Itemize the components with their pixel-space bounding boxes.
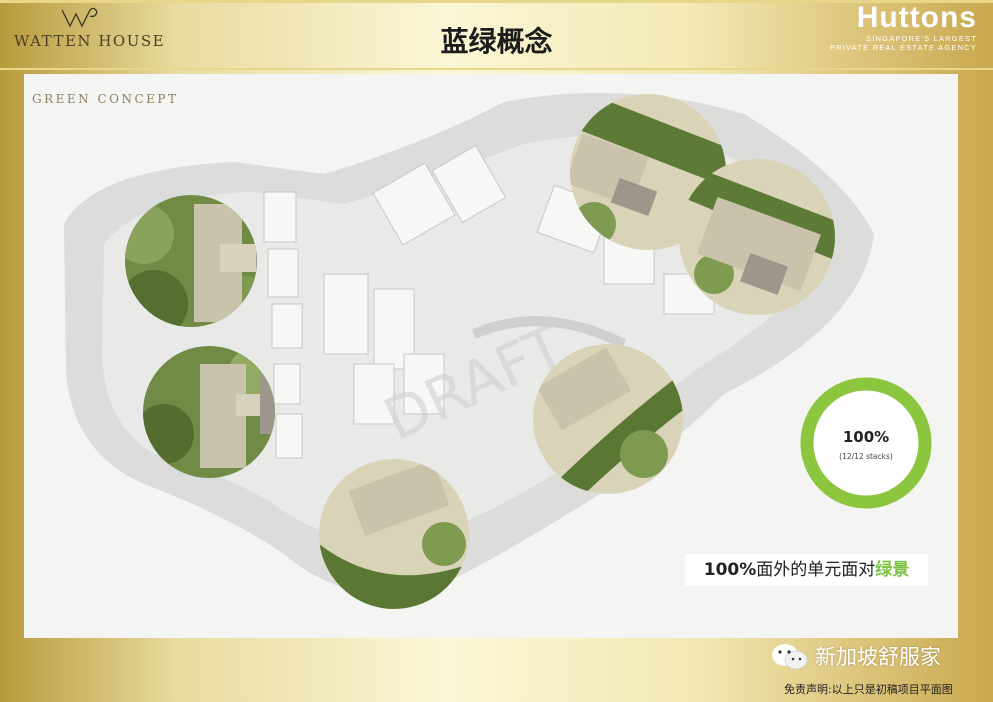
green-view-callout: 100%面外的单元面对绿景 [685,554,928,586]
wechat-icon [772,644,808,670]
brand-name: Huttons [856,1,977,34]
callout-text: 面外的单元面对 [756,560,876,580]
callout-green-text: 绿景 [875,560,910,580]
header-rule [0,68,993,70]
wechat-account-name: 新加坡舒服家 [815,645,941,669]
brand-tagline-2: PRIVATE REAL ESTATE AGENCY [829,43,977,52]
ring-percent: 100% [842,428,890,446]
site-plan-panel: DRAFT GREEN CONCEPT 100% (12/12 stacks) … [24,74,958,638]
ring-subtext: (12/12 stacks) [839,452,893,461]
disclaimer: 免责声明:以上只是初稿项目平面图 [784,683,953,696]
green-view-ring: 100% (12/12 stacks) [799,376,933,510]
brand-tagline-1: SINGAPORE'S LARGEST [866,34,977,43]
brand-logo: Huttons SINGAPORE'S LARGEST PRIVATE REAL… [829,1,977,53]
green-circle-south [319,459,469,609]
green-concept-label: GREEN CONCEPT [32,92,179,106]
callout-percent: 100% [703,560,757,580]
